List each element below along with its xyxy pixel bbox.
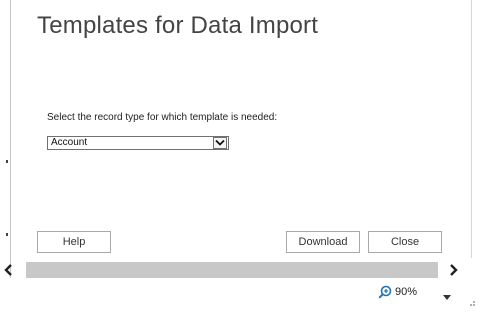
chevron-down-icon[interactable] (213, 137, 227, 149)
chevron-left-icon[interactable] (0, 262, 18, 278)
horizontal-scrollbar[interactable] (26, 262, 438, 278)
download-button[interactable]: Download (286, 231, 360, 253)
chevron-right-icon[interactable] (444, 262, 462, 278)
zoom-level: 90% (395, 286, 418, 298)
close-button[interactable]: Close (368, 231, 442, 253)
left-edge-mark-lower (6, 233, 8, 236)
record-type-prompt: Select the record type for which templat… (47, 112, 278, 123)
resize-grip-icon[interactable] (466, 294, 476, 306)
dialog-title: Templates for Data Import (37, 12, 319, 39)
record-type-selected-value: Account (51, 137, 88, 148)
dialog-left-border (10, 0, 11, 283)
record-type-select[interactable]: Account (47, 136, 229, 150)
zoom-icon (378, 285, 392, 299)
help-button[interactable]: Help (37, 231, 111, 253)
left-edge-mark (6, 160, 8, 163)
dialog-right-border (471, 0, 472, 258)
triangle-down-icon[interactable] (442, 288, 452, 300)
import-template-dialog: Templates for Data Import Select the rec… (0, 0, 482, 307)
